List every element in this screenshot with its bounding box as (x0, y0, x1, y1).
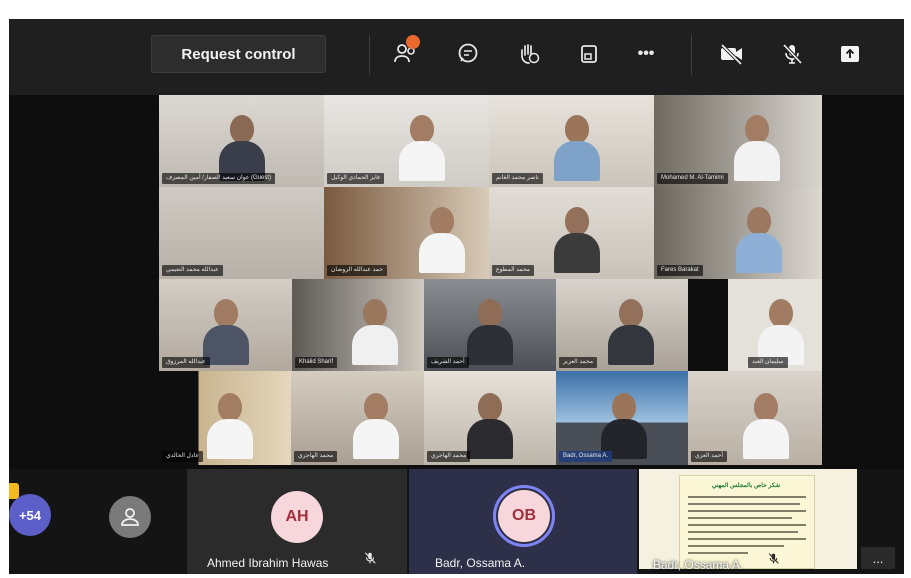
participant-name: Ahmed Ibrahim Hawas (207, 556, 329, 570)
document-title: ﺷﻜﺮ ﺧﺎﺹ ﺑﺎﻟﻤﺠﻠﺲ ﺍﻟﻤﻬﻨﻲ (711, 483, 781, 489)
video-tile[interactable]: Khalid Sharif (292, 279, 424, 371)
avatar: AH (271, 491, 323, 543)
document-text-line (688, 531, 798, 533)
video-tile[interactable]: ﺃﺣﻤﺪ ﺍﻟﺸﺮﻳﻒ (424, 279, 556, 371)
mic-off-icon[interactable] (777, 41, 807, 67)
more-actions-icon[interactable]: ••• (631, 41, 661, 67)
share-screen-icon[interactable] (835, 41, 865, 67)
participant-name-label: ﻣﺤﻤﺪ ﺍﻟﻌﺰﻳﺰ (559, 357, 598, 368)
video-grid: ﻋﻮﺍﻥ ﺳﻌﻴﺪ ﺍﻟﺼﻔﺎﺭ/ ﺃﻣﻴﻦ ﺍﻟﻤﺼﺮﻑ (Guest) ﻓﺎ… (159, 95, 822, 465)
participant-name-label: ﻓﺎﻳﺰ ﺍﻟﺤﻤﺎﺩﻱ ﺍﻟﻮﻛﻴﻞ (327, 173, 384, 184)
chat-icon[interactable] (453, 41, 483, 67)
participant-name-label: ﻋﺒﺪﺍﻟﻠﻪ ﻣﺤﻤﺪ ﺍﻟﻨﻌﻴﻤﻲ (162, 265, 223, 276)
react-icon[interactable] (514, 41, 544, 67)
participant-name: Badr, Ossama A. (653, 558, 744, 572)
participant-name-label: Mohamed M. Al-Tamimi (657, 173, 728, 184)
video-tile[interactable]: Badr, Ossama A. (556, 371, 688, 465)
toolbar-separator (369, 35, 370, 75)
participant-strip: +54 AH Ahmed Ibrahim Hawas OB Badr, Ossa… (9, 469, 904, 574)
toolbar-separator (691, 35, 692, 75)
people-icon[interactable] (391, 35, 421, 67)
video-tile[interactable]: ﻣﺤﻤﺪ ﺍﻟﻤﻄﻮﻉ (489, 187, 654, 279)
request-control-button[interactable]: Request control (151, 35, 326, 73)
participant-name-label: Khalid Sharif (295, 357, 338, 368)
participant-name-label: ﻣﺤﻤﺪ ﺍﻟﻬﺎﺟﺮﻱ (294, 451, 338, 462)
shared-document-tile[interactable]: ﺷﻜﺮ ﺧﺎﺹ ﺑﺎﻟﻤﺠﻠﺲ ﺍﻟﻤﻬﻨﻲ Badr, Ossama A. (639, 469, 857, 572)
video-tile[interactable]: ﻣﺤﻤﺪ ﺍﻟﻬﺎﺟﺮﻱ (291, 371, 424, 465)
video-tile[interactable]: ﻧﺎﺻﺮ ﻣﺤﻤﺪ ﺍﻟﻐﺎﻧﻢ (489, 95, 654, 187)
share-tray-icon[interactable] (574, 41, 604, 67)
avatar: OB (498, 490, 550, 542)
participant-name: Badr, Ossama A. (435, 556, 526, 570)
video-tile[interactable]: ﻋﺒﺪﺍﻟﻠﻪ ﺍﻟﻤﺮﺯﻭﻕ (159, 279, 292, 371)
participant-name-label: Fares Barakat (657, 265, 703, 276)
participant-name-label: ﻣﺤﻤﺪ ﺍﻟﻤﻄﻮﻉ (492, 265, 534, 276)
mic-off-icon (767, 552, 780, 570)
video-tile[interactable]: ﺳﻠﻴﻤﺎﻥ ﺍﻟﻌﺒﺪ (688, 279, 822, 371)
video-tile[interactable]: Fares Barakat (654, 187, 822, 279)
participant-name-label: ﻋﺎﺩﻝ ﺍﻟﺨﺎﻟﺪﻱ (162, 451, 203, 462)
participant-tile-speaking[interactable]: OB Badr, Ossama A. (409, 469, 637, 574)
participant-name-label: Badr, Ossama A. (559, 451, 613, 462)
guest-avatar[interactable] (109, 496, 151, 538)
document-text-line (688, 545, 784, 547)
document-text-line (688, 510, 806, 512)
video-tile[interactable]: Mohamed M. Al-Tamimi (654, 95, 822, 187)
document-text-line (688, 517, 792, 519)
more-participants-button[interactable]: +54 (9, 494, 51, 536)
document-text-line (688, 538, 806, 540)
participant-name-label: ﺣﻤﺪ ﻋﺒﺪﺍﻟﻠﻪ ﺍﻟﺮﻭﺿﺎﻥ (327, 265, 387, 276)
document-text-line (688, 503, 800, 505)
participant-name-label: ﻋﺒﺪﺍﻟﻠﻪ ﺍﻟﻤﺮﺯﻭﻕ (162, 357, 210, 368)
participant-name-label: ﻧﺎﺻﺮ ﻣﺤﻤﺪ ﺍﻟﻐﺎﻧﻢ (492, 173, 543, 184)
document-text-line (688, 496, 806, 498)
video-tile[interactable]: ﻣﺤﻤﺪ ﺍﻟﻬﺎﺟﺮﻱ (424, 371, 556, 465)
video-tile[interactable]: ﻓﺎﻳﺰ ﺍﻟﺤﻤﺎﺩﻱ ﺍﻟﻮﻛﻴﻞ (324, 95, 489, 187)
more-options-button[interactable]: ... (861, 547, 895, 569)
document-text-line (688, 552, 748, 554)
participant-name-label: ﺃﺣﻤﺪ ﺍﻟﺸﺮﻳﻒ (427, 357, 469, 368)
participant-name-label: ﻋﻮﺍﻥ ﺳﻌﻴﺪ ﺍﻟﺼﻔﺎﺭ/ ﺃﻣﻴﻦ ﺍﻟﻤﺼﺮﻑ (Guest) (162, 173, 276, 184)
video-tile[interactable]: ﻣﺤﻤﺪ ﺍﻟﻌﺰﻳﺰ (556, 279, 688, 371)
participant-name-label: ﺳﻠﻴﻤﺎﻥ ﺍﻟﻌﺒﺪ (748, 357, 788, 368)
participant-name-label: ﻣﺤﻤﺪ ﺍﻟﻬﺎﺟﺮﻱ (427, 451, 471, 462)
video-tile[interactable]: ﻋﺎﺩﻝ ﺍﻟﺨﺎﻟﺪﻱ (159, 371, 291, 465)
participant-name-label: ﺃﺣﻤﺪ ﺍﻟﻌﺰﻱ (691, 451, 728, 462)
mic-off-icon (363, 551, 377, 570)
shared-document-page: ﺷﻜﺮ ﺧﺎﺹ ﺑﺎﻟﻤﺠﻠﺲ ﺍﻟﻤﻬﻨﻲ (679, 475, 815, 569)
video-tile[interactable]: ﺣﻤﺪ ﻋﺒﺪﺍﻟﻠﻪ ﺍﻟﺮﻭﺿﺎﻥ (324, 187, 489, 279)
participant-tile[interactable]: AH Ahmed Ibrahim Hawas (187, 469, 407, 574)
camera-off-icon[interactable] (717, 41, 747, 67)
video-tile[interactable]: ﻋﻮﺍﻥ ﺳﻌﻴﺪ ﺍﻟﺼﻔﺎﺭ/ ﺃﻣﻴﻦ ﺍﻟﻤﺼﺮﻑ (Guest) (159, 95, 324, 187)
video-tile[interactable]: ﺃﺣﻤﺪ ﺍﻟﻌﺰﻱ (688, 371, 822, 465)
document-text-line (688, 524, 806, 526)
meeting-toolbar: Request control ••• (9, 19, 904, 95)
teams-meeting-window: Request control ••• ﻋﻮﺍﻥ ﺳﻌﻴﺪ ﺍﻟﺼﻔﺎﺭ/ ﺃﻣ… (9, 19, 904, 574)
participants-notification-badge (406, 35, 420, 49)
video-tile[interactable]: ﻋﺒﺪﺍﻟﻠﻪ ﻣﺤﻤﺪ ﺍﻟﻨﻌﻴﻤﻲ (159, 187, 324, 279)
